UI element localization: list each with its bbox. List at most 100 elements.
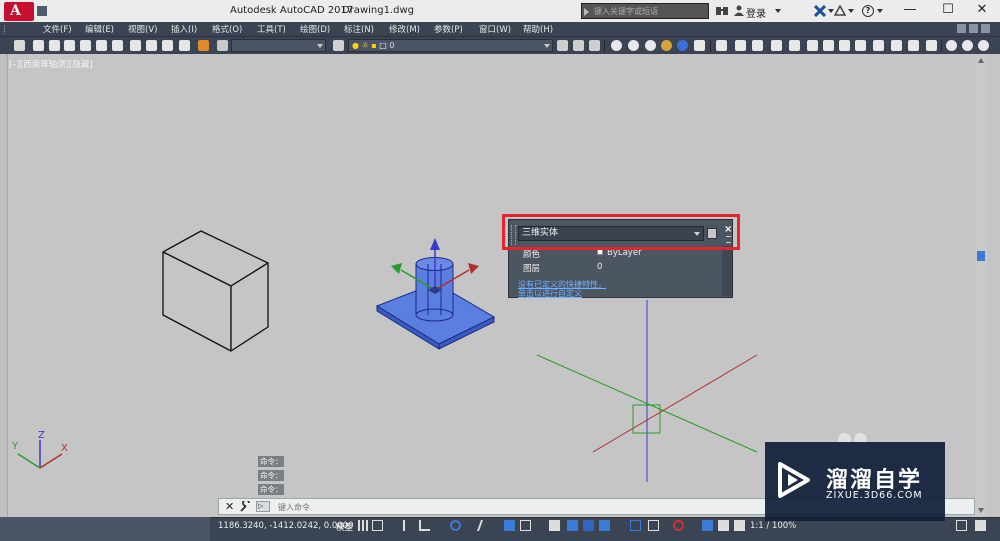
dim-baseline-icon[interactable] bbox=[873, 40, 884, 51]
open-icon[interactable] bbox=[49, 40, 60, 51]
block-editor-icon[interactable] bbox=[198, 40, 209, 51]
lineweight-icon[interactable] bbox=[549, 520, 560, 531]
maximize-button[interactable]: ☐ bbox=[930, 0, 966, 22]
dim-jogged-icon[interactable] bbox=[807, 40, 818, 51]
layer-dropdown[interactable]: ● ☼ ▪ □ 0 bbox=[348, 39, 553, 52]
menu-parametric[interactable]: 参数(P) bbox=[434, 23, 463, 35]
save-icon[interactable] bbox=[64, 40, 75, 51]
realistic-icon[interactable] bbox=[661, 40, 672, 51]
qp-scrollbar[interactable] bbox=[722, 246, 732, 296]
layer-current-icon[interactable] bbox=[557, 40, 568, 51]
help-icon[interactable]: ? bbox=[862, 5, 874, 17]
preview-icon[interactable] bbox=[112, 40, 123, 51]
wireframe-icon[interactable] bbox=[628, 40, 639, 51]
dim-inspect-icon[interactable] bbox=[978, 40, 989, 51]
ortho-icon[interactable] bbox=[419, 520, 430, 531]
polar-icon[interactable] bbox=[450, 520, 461, 531]
zoom-icon[interactable] bbox=[217, 40, 228, 51]
search-expand-icon[interactable] bbox=[584, 8, 589, 16]
menu-help[interactable]: 帮助(H) bbox=[523, 23, 553, 35]
application-menu-button[interactable]: A bbox=[4, 2, 34, 21]
dim-radius-icon[interactable] bbox=[789, 40, 800, 51]
dim-space-icon[interactable] bbox=[908, 40, 919, 51]
login-caret-icon[interactable] bbox=[775, 9, 781, 13]
dim-center-icon[interactable] bbox=[962, 40, 973, 51]
a360-caret-icon[interactable] bbox=[848, 9, 854, 13]
scroll-thumb[interactable] bbox=[977, 251, 985, 261]
help-caret-icon[interactable] bbox=[877, 9, 883, 13]
infer-icon[interactable] bbox=[403, 520, 414, 531]
visual-style-icon[interactable] bbox=[611, 40, 622, 51]
menu-dimension[interactable]: 标注(N) bbox=[344, 23, 374, 35]
annotation-scale-value[interactable]: 1:1 / 100% bbox=[750, 521, 796, 531]
hidden-icon[interactable] bbox=[645, 40, 656, 51]
vertical-scrollbar[interactable] bbox=[975, 54, 987, 517]
snap-icon[interactable] bbox=[372, 520, 383, 531]
minimize-button[interactable]: — bbox=[892, 0, 928, 22]
auto-scale-icon[interactable] bbox=[718, 520, 729, 531]
menu-edit[interactable]: 编辑(E) bbox=[85, 23, 114, 35]
scroll-down-icon[interactable] bbox=[978, 508, 984, 513]
dim-ordinate-icon[interactable] bbox=[771, 40, 782, 51]
wrench-icon[interactable] bbox=[240, 501, 251, 512]
command-input[interactable] bbox=[278, 501, 478, 513]
menu-grip-icon[interactable] bbox=[4, 25, 12, 34]
workspace-dropdown[interactable] bbox=[231, 39, 326, 52]
dim-linear-icon[interactable] bbox=[716, 40, 727, 51]
customization-menu-icon[interactable] bbox=[975, 520, 986, 531]
login-button[interactable]: 登录 bbox=[746, 5, 766, 20]
dim-aligned-icon[interactable] bbox=[735, 40, 746, 51]
paste-icon[interactable] bbox=[162, 40, 173, 51]
search-input[interactable]: 键入关键字或短语 bbox=[581, 3, 709, 19]
annotation-visibility-icon[interactable] bbox=[702, 520, 713, 531]
selection-cycling-icon[interactable] bbox=[583, 520, 594, 531]
close-button[interactable]: ✕ bbox=[964, 0, 1000, 22]
plot-icon[interactable] bbox=[96, 40, 107, 51]
annotation-scale-icon[interactable] bbox=[734, 520, 745, 531]
a360-icon[interactable] bbox=[834, 5, 846, 17]
qp-customize-link[interactable]: 单击以进行自定义 bbox=[518, 288, 582, 299]
dim-break-icon[interactable] bbox=[926, 40, 937, 51]
scroll-up-icon[interactable] bbox=[978, 58, 984, 63]
dim-quick-icon[interactable] bbox=[855, 40, 866, 51]
osnap-tracking-icon[interactable] bbox=[504, 520, 515, 531]
saveas-icon[interactable] bbox=[80, 40, 91, 51]
command-line-close-button[interactable]: ✕ bbox=[225, 500, 234, 513]
dim-arc-icon[interactable] bbox=[752, 40, 763, 51]
doc-close-icon[interactable] bbox=[981, 24, 990, 33]
qnew-icon[interactable] bbox=[33, 40, 44, 51]
conceptual-icon[interactable] bbox=[677, 40, 688, 51]
viewport-controls-label[interactable]: [–][西南等轴测][隐藏] bbox=[9, 58, 93, 70]
exchange-icon[interactable] bbox=[814, 5, 826, 17]
menu-window[interactable]: 窗口(W) bbox=[479, 23, 511, 35]
hardware-acceleration-icon[interactable] bbox=[956, 520, 967, 531]
coordinate-readout[interactable]: 1186.3240, -1412.0242, 0.0000 bbox=[218, 521, 354, 531]
binoculars-icon[interactable] bbox=[716, 5, 728, 16]
copy-icon[interactable] bbox=[146, 40, 157, 51]
new-icon[interactable] bbox=[14, 40, 25, 51]
dynamic-ucs-icon[interactable] bbox=[630, 520, 641, 531]
layer-match-icon[interactable] bbox=[589, 40, 600, 51]
model-space-button[interactable]: 模型 bbox=[336, 521, 353, 533]
doc-restore-icon[interactable] bbox=[969, 24, 978, 33]
transparency-icon[interactable] bbox=[567, 520, 578, 531]
grid-icon[interactable] bbox=[358, 520, 369, 531]
matchprop-icon[interactable] bbox=[179, 40, 190, 51]
dim-angular-icon[interactable] bbox=[839, 40, 850, 51]
menu-view[interactable]: 视图(V) bbox=[128, 23, 157, 35]
dim-continue-icon[interactable] bbox=[891, 40, 902, 51]
menu-format[interactable]: 格式(O) bbox=[212, 23, 242, 35]
layer-properties-icon[interactable] bbox=[333, 40, 344, 51]
menu-tools[interactable]: 工具(T) bbox=[257, 23, 286, 35]
cut-icon[interactable] bbox=[130, 40, 141, 51]
osnap-icon[interactable] bbox=[520, 520, 531, 531]
menu-file[interactable]: 文件(F) bbox=[43, 23, 72, 35]
layer-previous-icon[interactable] bbox=[573, 40, 584, 51]
menu-insert[interactable]: 插入(I) bbox=[171, 23, 197, 35]
quick-access-dropdown[interactable] bbox=[37, 6, 47, 16]
dim-diameter-icon[interactable] bbox=[823, 40, 834, 51]
menu-draw[interactable]: 绘图(D) bbox=[300, 23, 330, 35]
gizmo-icon[interactable] bbox=[673, 520, 684, 531]
selection-filter-icon[interactable] bbox=[648, 520, 659, 531]
user-icon[interactable] bbox=[734, 5, 744, 16]
